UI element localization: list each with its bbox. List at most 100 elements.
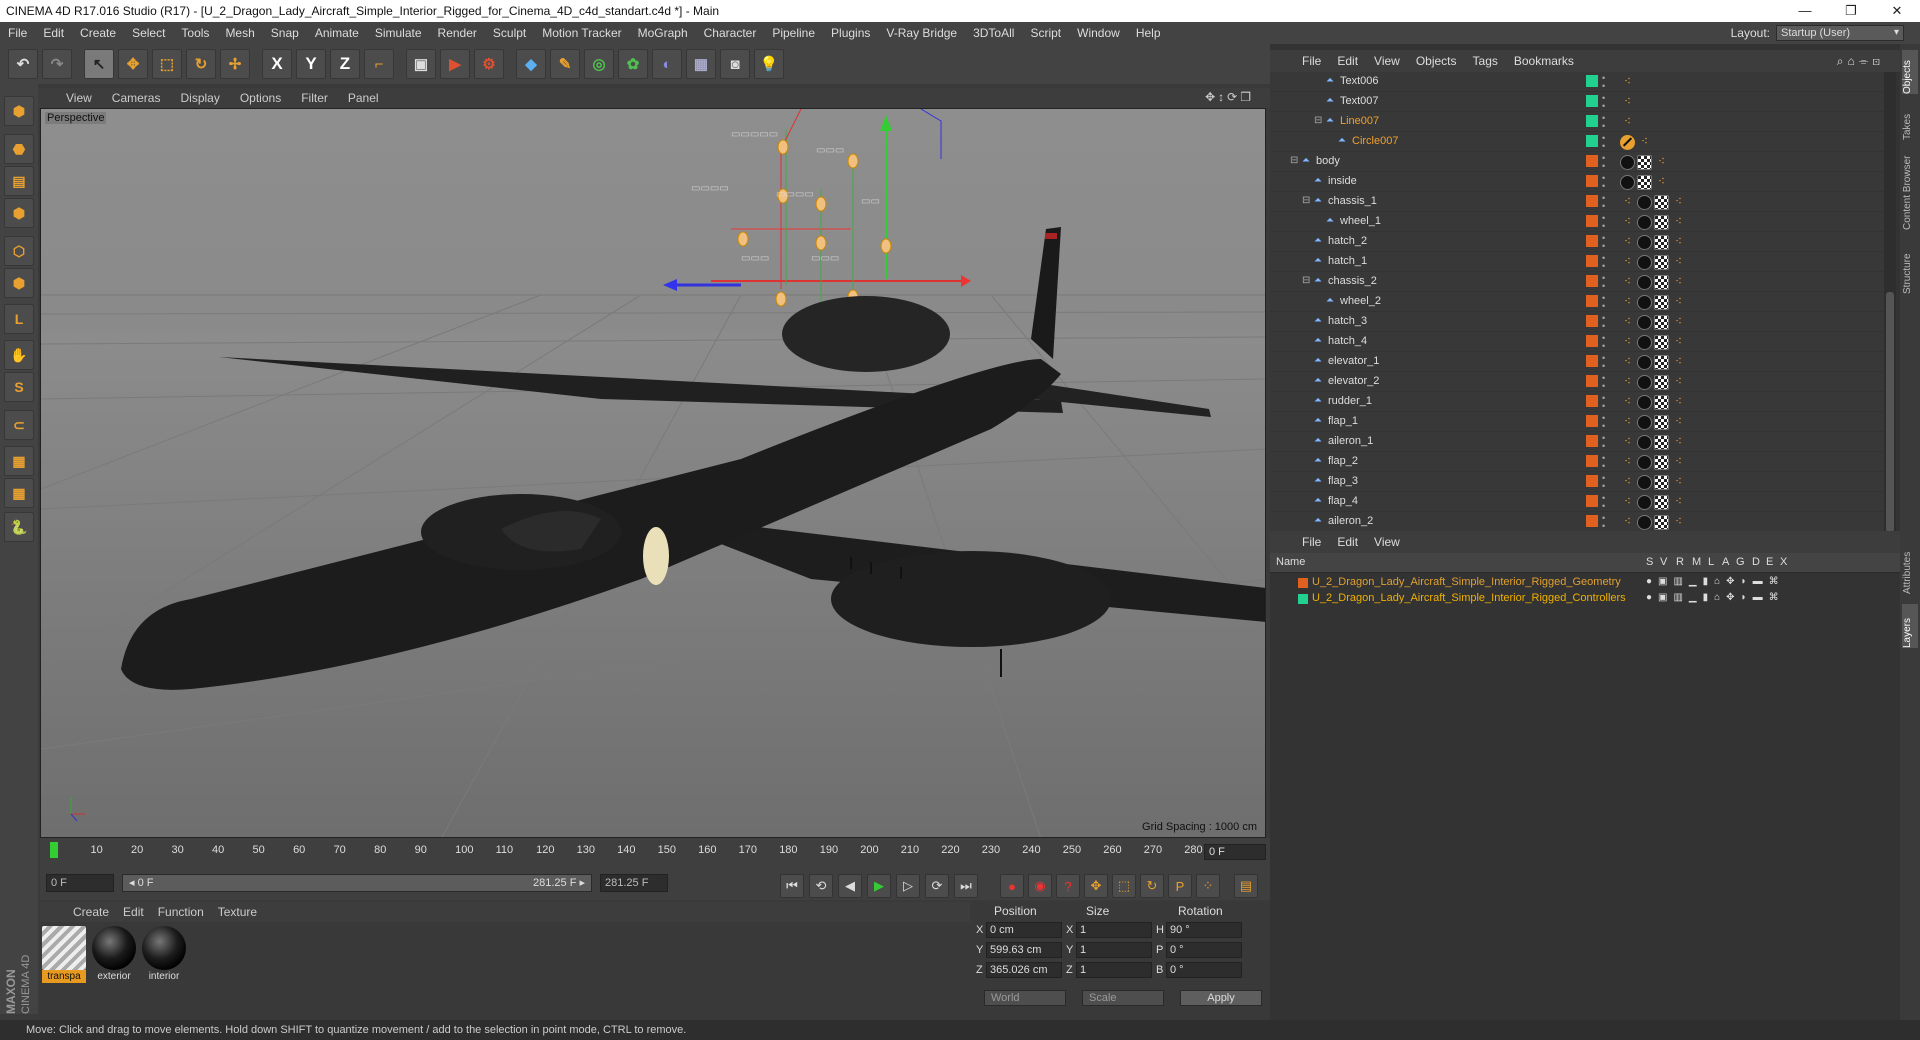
object-row-body[interactable]: ⊟ ⏶ body • • ⁖ — [1270, 152, 1884, 172]
position-z-field[interactable]: 365.026 cm — [986, 962, 1062, 978]
object-menu-file[interactable]: File — [1294, 54, 1329, 68]
menu-window[interactable]: Window — [1069, 26, 1128, 40]
xpresso-tag-icon[interactable]: ⁖ — [1671, 235, 1686, 250]
menu-simulate[interactable]: Simulate — [367, 26, 430, 40]
object-name[interactable]: chassis_1 — [1328, 195, 1377, 207]
layer-color-swatch[interactable] — [1586, 95, 1598, 107]
visibility-dots[interactable]: • • — [1602, 74, 1605, 91]
object-row-elevator_2[interactable]: ⏶ elevator_2 • • ⁖ ⁖ — [1270, 372, 1884, 392]
add-light-button[interactable]: 💡 — [754, 49, 784, 79]
material-tag-icon[interactable] — [1637, 215, 1652, 230]
material-tag-icon[interactable] — [1637, 295, 1652, 310]
menu-pipeline[interactable]: Pipeline — [764, 26, 823, 40]
object-row-hatch_2[interactable]: ⏶ hatch_2 • • ⁖ ⁖ — [1270, 232, 1884, 252]
transport-button-5[interactable]: ⟳ — [925, 874, 949, 898]
x-axis-lock-button[interactable]: X — [262, 49, 292, 79]
material-tag-icon[interactable] — [1637, 515, 1652, 530]
xpresso-tag-icon[interactable]: ⁖ — [1671, 475, 1686, 490]
object-name[interactable]: Text007 — [1340, 95, 1379, 107]
live-selection-button[interactable]: ↖ — [84, 49, 114, 79]
selection-tag-icon[interactable]: ⁖ — [1620, 475, 1635, 490]
size-z-field[interactable]: 1 — [1076, 962, 1152, 978]
visibility-dots[interactable]: • • — [1602, 154, 1605, 171]
material-tag-icon[interactable] — [1620, 175, 1635, 190]
left-tool-6-icon[interactable]: L — [4, 304, 34, 334]
keyframe-button-4[interactable]: ⬚ — [1112, 874, 1136, 898]
transport-button-3[interactable]: ▶ — [867, 874, 891, 898]
layer-color-swatch[interactable] — [1586, 135, 1598, 147]
selection-tag-icon[interactable]: ⁖ — [1620, 215, 1635, 230]
add-cube-button[interactable]: ◆ — [516, 49, 546, 79]
object-row-hatch_4[interactable]: ⏶ hatch_4 • • ⁖ ⁖ — [1270, 332, 1884, 352]
layer-menu-view[interactable]: View — [1366, 535, 1408, 549]
visibility-dots[interactable]: • • — [1602, 174, 1605, 191]
add-spline-button[interactable]: ✎ — [550, 49, 580, 79]
layer-color-swatch[interactable] — [1586, 375, 1598, 387]
uvw-tag-icon[interactable] — [1654, 355, 1669, 370]
viewport-menu-options[interactable]: Options — [230, 91, 291, 105]
left-tool-1-icon[interactable]: ⬣ — [4, 134, 34, 164]
menu-tools[interactable]: Tools — [173, 26, 217, 40]
menu-v-ray-bridge[interactable]: V-Ray Bridge — [878, 26, 965, 40]
layer-column-r[interactable]: R — [1676, 556, 1684, 568]
menu-mograph[interactable]: MoGraph — [630, 26, 696, 40]
visibility-dots[interactable]: • • — [1602, 274, 1605, 291]
menu-mesh[interactable]: Mesh — [217, 26, 262, 40]
visibility-dots[interactable]: • • — [1602, 434, 1605, 451]
object-name[interactable]: flap_1 — [1328, 415, 1358, 427]
xpresso-tag-icon[interactable]: ⁖ — [1620, 75, 1635, 90]
object-row-elevator_1[interactable]: ⏶ elevator_1 • • ⁖ ⁖ — [1270, 352, 1884, 372]
material-tag-icon[interactable] — [1637, 255, 1652, 270]
selection-tag-icon[interactable]: ⁖ — [1620, 335, 1635, 350]
visibility-dots[interactable]: • • — [1602, 294, 1605, 311]
material-tag-icon[interactable] — [1637, 375, 1652, 390]
xpresso-tag-icon[interactable]: ⁖ — [1654, 155, 1669, 170]
material-tag-icon[interactable] — [1637, 395, 1652, 410]
material-menu-create[interactable]: Create — [66, 905, 116, 919]
layer-column-d[interactable]: D — [1752, 556, 1760, 568]
size-x-field[interactable]: 1 — [1076, 922, 1152, 938]
layer-row-0[interactable]: U_2_Dragon_Lady_Aircraft_Simple_Interior… — [1270, 575, 1900, 591]
object-name[interactable]: wheel_2 — [1340, 295, 1381, 307]
menu-animate[interactable]: Animate — [307, 26, 367, 40]
xpresso-tag-icon[interactable]: ⁖ — [1620, 115, 1635, 130]
layer-color-swatch[interactable] — [1586, 315, 1598, 327]
layer-row-1[interactable]: U_2_Dragon_Lady_Aircraft_Simple_Interior… — [1270, 591, 1900, 607]
add-floor-button[interactable]: ▦ — [686, 49, 716, 79]
move-tool-button[interactable]: ✥ — [118, 49, 148, 79]
object-row-hatch_3[interactable]: ⏶ hatch_3 • • ⁖ ⁖ — [1270, 312, 1884, 332]
menu-create[interactable]: Create — [72, 26, 124, 40]
visibility-dots[interactable]: • • — [1602, 374, 1605, 391]
material-transpa[interactable]: transpa — [42, 926, 86, 986]
object-row-aileron_1[interactable]: ⏶ aileron_1 • • ⁖ ⁖ — [1270, 432, 1884, 452]
layer-color-swatch[interactable] — [1586, 475, 1598, 487]
xpresso-tag-icon[interactable]: ⁖ — [1671, 335, 1686, 350]
layer-column-a[interactable]: A — [1722, 556, 1729, 568]
side-tab-content-browser[interactable]: Content Browser — [1902, 144, 1918, 230]
expand-toggle-icon[interactable]: ⊟ — [1302, 195, 1314, 207]
expand-toggle-icon[interactable]: ⊟ — [1290, 155, 1302, 167]
layer-color-swatch[interactable] — [1586, 415, 1598, 427]
layer-column-e[interactable]: E — [1766, 556, 1773, 568]
layer-flag-icons[interactable]: ●▣▥▁▮⌂✥◗▬⌘ — [1646, 576, 1785, 587]
keyframe-button-7[interactable]: ⁘ — [1196, 874, 1220, 898]
material-exterior[interactable]: exterior — [92, 926, 136, 986]
uvw-tag-icon[interactable] — [1637, 175, 1652, 190]
visibility-dots[interactable]: • • — [1602, 314, 1605, 331]
layer-color-swatch[interactable] — [1586, 215, 1598, 227]
layout-select[interactable]: Startup (User) — [1776, 25, 1904, 41]
left-tool-0-icon[interactable]: ⬢ — [4, 96, 34, 126]
layer-color-swatch[interactable] — [1298, 594, 1308, 604]
layer-flag-icons[interactable]: ●▣▥▁▮⌂✥◗▬⌘ — [1646, 592, 1785, 603]
material-tag-icon[interactable] — [1637, 495, 1652, 510]
perspective-viewport[interactable]: ▭▭▭▭▭ ▭▭▭ ▭▭▭▭ ▭▭▭▭ ▭▭ ▭▭▭ ▭▭▭ Perspecti… — [40, 108, 1266, 838]
object-menu-objects[interactable]: Objects — [1408, 54, 1465, 68]
object-name[interactable]: hatch_3 — [1328, 315, 1367, 327]
rotation-b-field[interactable]: 0 ° — [1166, 962, 1242, 978]
object-row-flap_2[interactable]: ⏶ flap_2 • • ⁖ ⁖ — [1270, 452, 1884, 472]
uvw-tag-icon[interactable] — [1654, 395, 1669, 410]
object-name[interactable]: chassis_2 — [1328, 275, 1377, 287]
selection-tag-icon[interactable]: ⁖ — [1620, 295, 1635, 310]
visibility-dots[interactable]: • • — [1602, 214, 1605, 231]
minimize-button[interactable]: — — [1782, 0, 1828, 22]
